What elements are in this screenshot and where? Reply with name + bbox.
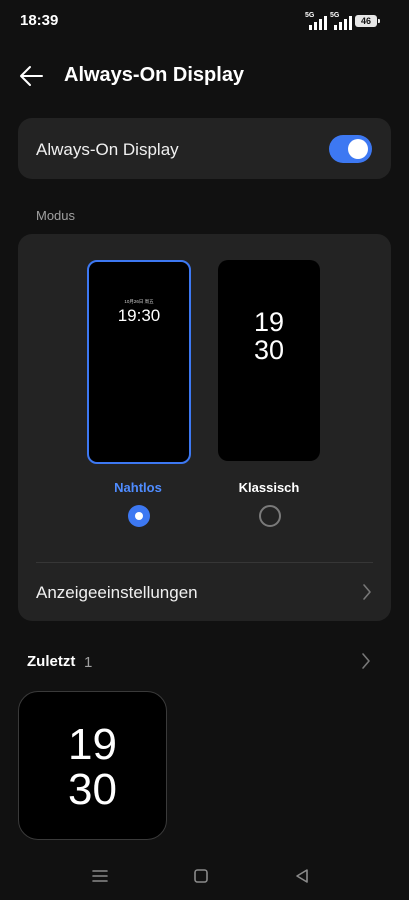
tile-hour: 19 (68, 720, 117, 769)
divider (36, 562, 373, 563)
chevron-right-icon (361, 583, 373, 601)
aod-toggle[interactable] (329, 135, 372, 163)
preview-hour: 19 (253, 307, 285, 337)
aod-setting-card: Always-On Display (18, 118, 391, 179)
option-label-classic[interactable]: Klassisch (214, 480, 324, 495)
option-label-seamless[interactable]: Nahtlos (83, 480, 193, 495)
preview-time: 19:30 (117, 306, 161, 325)
chevron-right-icon[interactable] (360, 652, 372, 670)
recent-count: 1 (84, 654, 93, 671)
radio-seamless[interactable] (128, 505, 150, 527)
display-settings-item[interactable]: Anzeigeeinstellungen (36, 583, 198, 603)
modus-section-label: Modus (36, 208, 76, 223)
navigation-bar (0, 855, 409, 895)
menu-icon[interactable] (89, 865, 111, 887)
home-icon[interactable] (190, 865, 212, 887)
recent-style-tile[interactable]: 19 30 (18, 691, 167, 840)
seamless-preview[interactable]: 10月26日 周五 19:30 (87, 260, 191, 464)
network-type-label: 5G (305, 12, 315, 19)
preview-minute: 30 (253, 335, 285, 365)
tile-time: 19 30 (19, 722, 166, 812)
preview-date: 10月26日 周五 (124, 299, 154, 304)
status-bar: 18:39 5G 5G 46 (0, 0, 409, 44)
classic-preview[interactable]: 19 30 (218, 260, 320, 461)
tile-minute: 30 (68, 765, 117, 814)
modus-card: 10月26日 周五 19:30 19 30 Nahtlos Klassisch … (18, 234, 391, 621)
signal-icon: 5G (305, 12, 329, 30)
page-header: Always-On Display (0, 52, 409, 100)
arrow-left-icon (20, 66, 43, 86)
back-triangle-icon[interactable] (291, 865, 313, 887)
aod-label: Always-On Display (36, 140, 179, 159)
battery-icon: 46 (355, 15, 380, 27)
signal-icon: 5G (330, 12, 354, 30)
recent-title: Zuletzt (27, 653, 76, 670)
preview-time: 19 30 (218, 308, 320, 364)
page-title: Always-On Display (64, 64, 245, 86)
radio-classic[interactable] (259, 505, 281, 527)
toggle-knob (348, 139, 368, 159)
back-button[interactable] (18, 62, 46, 90)
network-type-label: 5G (330, 12, 340, 19)
status-time: 18:39 (20, 12, 59, 29)
